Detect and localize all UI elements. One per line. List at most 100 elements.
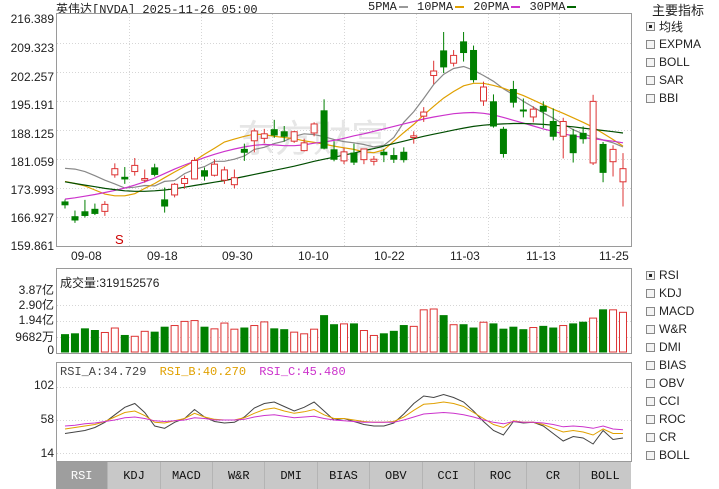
volume-bar <box>170 325 179 353</box>
volume-panel[interactable]: 成交量:319152576 <box>56 268 632 354</box>
price-chart-panel[interactable]: 东方财富 S <box>56 13 632 247</box>
tab-kdj[interactable]: KDJ <box>108 462 161 489</box>
sub-indicator-obv[interactable]: OBV <box>646 374 719 392</box>
indicator-label: BOLL <box>659 55 690 69</box>
sub-indicator-cr[interactable]: CR <box>646 428 719 446</box>
volume-bar <box>320 315 329 353</box>
date-tick: 11-13 <box>526 249 556 263</box>
chart-header: 英伟达[NVDA] 2025-11-26 05:00 <box>56 0 258 17</box>
tab-bias[interactable]: BIAS <box>318 462 371 489</box>
date-tick: 11-25 <box>599 249 629 263</box>
indicator-label: CR <box>659 430 677 444</box>
candle-body <box>210 163 218 176</box>
indicator-label: SAR <box>659 73 684 87</box>
tab-cr[interactable]: CR <box>527 462 580 489</box>
sub-indicator-cci[interactable]: CCI <box>646 392 719 410</box>
tab-obv[interactable]: OBV <box>370 462 423 489</box>
sub-indicator-wr[interactable]: W&R <box>646 320 719 338</box>
indicator-label: BOLL <box>659 448 690 462</box>
volume-bar <box>270 328 279 353</box>
volume-bar <box>90 330 99 353</box>
indicator-boll[interactable]: BOLL <box>646 53 719 71</box>
candle-body <box>370 158 378 162</box>
tab-macd[interactable]: MACD <box>161 462 214 489</box>
sub-indicator-rsi[interactable]: RSI <box>646 266 719 284</box>
candle-body <box>390 155 398 160</box>
checkbox-icon[interactable] <box>646 342 655 352</box>
tab-wr[interactable]: W&R <box>213 462 266 489</box>
indicator-bbi[interactable]: BBI <box>646 89 719 107</box>
indicator-ma[interactable]: 均线 <box>646 17 719 35</box>
checkbox-icon[interactable] <box>646 378 655 388</box>
checkbox-icon[interactable] <box>646 450 655 460</box>
tab-cci[interactable]: CCI <box>423 462 475 489</box>
checkbox-icon[interactable] <box>646 360 655 370</box>
volume-bar <box>359 330 368 353</box>
sub-indicator-kdj[interactable]: KDJ <box>646 284 719 302</box>
sub-indicator-macd[interactable]: MACD <box>646 302 719 320</box>
volume-bar <box>399 325 408 353</box>
rsi-panel[interactable]: RSI_A:34.729 RSI_B:40.270 RSI_C:45.480 <box>56 362 632 462</box>
candle-body <box>141 178 149 181</box>
price-chart[interactable]: 东方财富 S <box>57 14 631 246</box>
candle-body <box>519 109 527 112</box>
candle-body <box>280 131 288 137</box>
sub-indicator-dmi[interactable]: DMI <box>646 338 719 356</box>
indicator-expma[interactable]: EXPMA <box>646 35 719 53</box>
volume-bar <box>150 331 159 353</box>
volume-bar <box>250 325 259 353</box>
checkbox-icon[interactable] <box>646 324 655 334</box>
checkbox-icon[interactable] <box>646 39 655 49</box>
checkbox-icon[interactable] <box>646 396 655 406</box>
checkbox-icon[interactable] <box>646 57 655 67</box>
volume-bar <box>110 327 119 353</box>
volume-axis: 3.87亿 2.90亿 1.94亿 9682万 0 <box>0 281 54 359</box>
rsi-chart[interactable] <box>57 363 631 461</box>
sub-indicator-bias[interactable]: BIAS <box>646 356 719 374</box>
checkbox-icon[interactable] <box>646 306 655 316</box>
sub-indicator-roc[interactable]: ROC <box>646 410 719 428</box>
candle-body <box>509 88 517 103</box>
rsi-tick: 58 <box>40 412 54 426</box>
indicator-label: 均线 <box>659 19 684 34</box>
tab-rsi[interactable]: RSI <box>56 462 109 489</box>
tab-roc[interactable]: ROC <box>475 462 528 489</box>
volume-chart[interactable] <box>57 269 631 353</box>
indicator-sar[interactable]: SAR <box>646 71 719 89</box>
candle-body <box>240 148 248 153</box>
checkbox-icon[interactable] <box>646 288 655 298</box>
candle-body <box>91 208 99 214</box>
indicator-label: DMI <box>659 340 681 354</box>
candle-body <box>81 211 89 216</box>
date-tick: 11-03 <box>450 249 480 263</box>
tab-boll[interactable]: BOLL <box>580 462 631 489</box>
checkbox-icon[interactable] <box>646 414 655 424</box>
volume-bar <box>260 321 269 353</box>
checkbox-icon[interactable] <box>646 21 655 31</box>
volume-bar <box>449 324 458 353</box>
volume-bar <box>479 321 488 353</box>
checkbox-icon[interactable] <box>646 93 655 103</box>
candle-body <box>71 216 79 221</box>
sub-indicator-boll[interactable]: BOLL <box>646 446 719 464</box>
checkbox-icon[interactable] <box>646 75 655 85</box>
volume-bar <box>140 330 149 353</box>
price-tick: 159.861 <box>10 239 54 253</box>
price-tick: 188.125 <box>10 127 54 141</box>
candle-body <box>599 143 607 173</box>
indicator-label: OBV <box>659 376 685 390</box>
volume-bar <box>609 309 618 353</box>
candle-body <box>460 41 468 54</box>
checkbox-icon[interactable] <box>646 432 655 442</box>
volume-bar <box>509 326 518 353</box>
candle-body <box>340 151 348 162</box>
candle-body <box>549 120 557 137</box>
tab-dmi[interactable]: DMI <box>265 462 318 489</box>
ma-legend: 5PMA 10PMA 20PMA 30PMA <box>368 0 578 14</box>
candle-body <box>539 105 547 112</box>
candle-body <box>410 135 418 138</box>
volume-bar <box>519 329 528 353</box>
volume-bar <box>240 327 249 353</box>
candle-body <box>220 169 228 181</box>
checkbox-icon[interactable] <box>646 270 655 280</box>
